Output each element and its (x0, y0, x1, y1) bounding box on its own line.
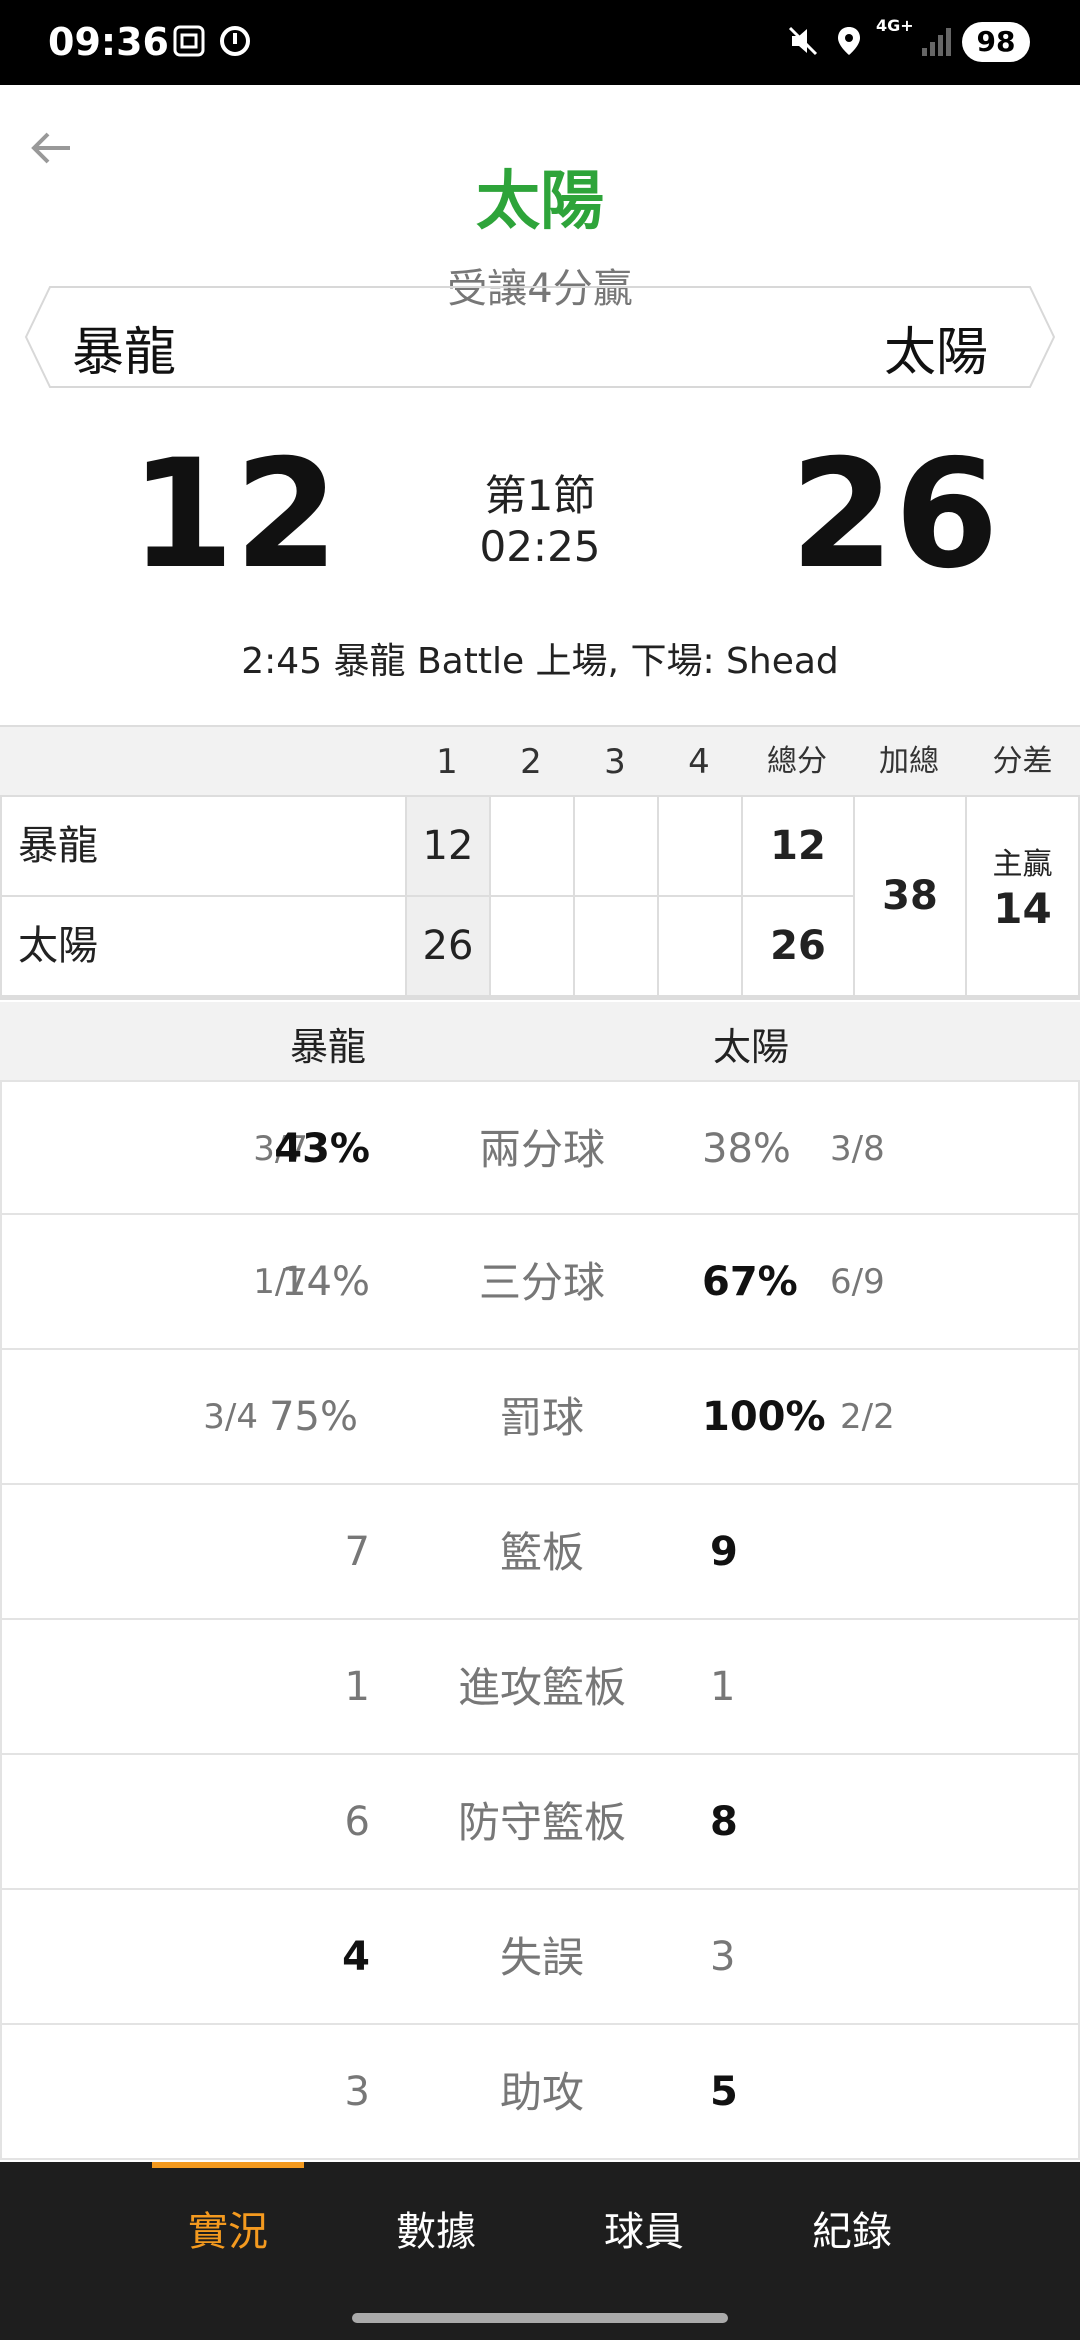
quarter-score: 26 (405, 895, 491, 997)
status-bar: 09:36 4G+ 98 (0, 0, 1080, 85)
stat-label: 三分球 (478, 1258, 605, 1307)
table-row-team: 太陽 (0, 895, 407, 997)
home-gesture-handle[interactable] (352, 2313, 728, 2323)
quarter-score (573, 895, 659, 997)
quarter-score (657, 895, 743, 997)
stat-row-offensive-rebounds: 1 進攻籃板 1 (0, 1620, 1080, 1755)
stat-label: 失誤 (499, 1933, 584, 1982)
gesture-bar (0, 2297, 1080, 2340)
quarter-score (489, 795, 575, 897)
bottom-nav: 實況 數據 球員 紀錄 (0, 2162, 1080, 2297)
stat-label: 兩分球 (478, 1125, 605, 1174)
stat-left-percent: 43% (274, 1126, 370, 1172)
stat-label: 罰球 (499, 1393, 584, 1442)
stat-row-free-throws: 3/4 75% 罰球 100% 2/2 (0, 1350, 1080, 1485)
quarter-header-4: 4 (688, 742, 710, 782)
last-play-text: 2:45 暴龍 Battle 上場, 下場: Shead (241, 641, 839, 682)
stat-row-defensive-rebounds: 6 防守籃板 8 (0, 1755, 1080, 1890)
stat-right-percent: 67% (702, 1259, 798, 1305)
team-right-name[interactable]: 太陽 (884, 310, 988, 385)
stat-left-value: 7 (344, 1529, 370, 1575)
score-right: 26 (790, 428, 999, 602)
stat-right-fraction: 6/9 (830, 1262, 885, 1302)
stat-right-value: 8 (710, 1799, 738, 1845)
status-time: 09:36 (48, 20, 169, 64)
location-icon (832, 24, 866, 58)
stat-row-assists: 3 助攻 5 (0, 2025, 1080, 2160)
signal-icon (920, 24, 954, 58)
stat-left-value: 1 (344, 1664, 370, 1710)
stat-label: 防守籃板 (457, 1798, 626, 1847)
diff-label: 主贏 (992, 847, 1053, 882)
stat-right-value: 3 (710, 1934, 736, 1980)
stat-label: 助攻 (499, 2068, 584, 2117)
quarter-score (573, 795, 659, 897)
stat-right-percent: 100% (702, 1394, 826, 1440)
stat-row-two-pointers: 3/7 43% 兩分球 38% 3/8 (0, 1080, 1080, 1215)
sum-header: 加總 (879, 744, 939, 779)
quarter-table-header: 1 2 3 4 總分 加總 分差 (0, 725, 1080, 795)
quarter-score: 12 (405, 795, 491, 897)
tab-players[interactable]: 球員 (544, 2162, 744, 2297)
battery-icon: 98 (962, 22, 1030, 62)
quarter-table: 暴龍 12 12 太陽 26 26 38 主贏 14 (0, 795, 1080, 1000)
tab-stats[interactable]: 數據 (336, 2162, 536, 2297)
stat-right-fraction: 3/8 (830, 1129, 885, 1169)
stat-left-value: 3 (344, 2069, 370, 2115)
mute-icon (786, 24, 820, 58)
data-saver-icon (218, 24, 252, 58)
stat-row-rebounds: 7 籃板 9 (0, 1485, 1080, 1620)
stat-left-value: 6 (344, 1799, 370, 1845)
stats-header: 暴龍 太陽 (0, 1002, 1080, 1080)
stat-left-fraction: 3/4 (203, 1397, 258, 1437)
stat-right-value: 1 (710, 1664, 736, 1710)
stat-right-value: 5 (710, 2069, 738, 2115)
stat-row-three-pointers: 1/7 14% 三分球 67% 6/9 (0, 1215, 1080, 1350)
screenshot-icon (172, 24, 206, 58)
stat-left-value: 4 (342, 1934, 370, 1980)
quarter-header-2: 2 (520, 742, 542, 782)
tab-records[interactable]: 紀錄 (752, 2162, 952, 2297)
tab-live[interactable]: 實況 (128, 2162, 328, 2297)
game-detail-screen: 09:36 4G+ 98 太陽 受讓4分贏 暴龍 太陽 12 第1節 02:25… (0, 0, 1080, 2340)
quarter-header-3: 3 (604, 742, 626, 782)
stat-label: 進攻籃板 (457, 1663, 626, 1712)
total-score: 12 (741, 795, 855, 897)
quarter-score (489, 895, 575, 997)
network-4g-icon: 4G+ (876, 16, 914, 35)
team-left-name[interactable]: 暴龍 (72, 310, 176, 385)
total-score: 26 (741, 895, 855, 997)
stats-team-right: 太陽 (712, 1025, 789, 1069)
stat-left-percent: 14% (281, 1259, 370, 1305)
stats-team-left: 暴龍 (289, 1025, 366, 1069)
combined-total: 38 (853, 795, 967, 997)
winner-team: 太陽 (476, 165, 604, 239)
stat-row-turnovers: 4 失誤 3 (0, 1890, 1080, 2025)
stat-left-percent: 75% (269, 1394, 358, 1440)
stat-right-fraction: 2/2 (840, 1397, 895, 1437)
diff-value: 14 (993, 884, 1052, 933)
stat-right-percent: 38% (702, 1126, 791, 1172)
diff-header: 分差 (992, 744, 1053, 779)
quarter-header-1: 1 (436, 742, 458, 782)
table-row-team: 暴龍 (0, 795, 407, 897)
quarter-score (657, 795, 743, 897)
stat-right-value: 9 (710, 1529, 738, 1575)
total-header: 總分 (767, 744, 827, 779)
stat-label: 籃板 (499, 1528, 584, 1577)
point-diff: 主贏 14 (965, 795, 1080, 997)
